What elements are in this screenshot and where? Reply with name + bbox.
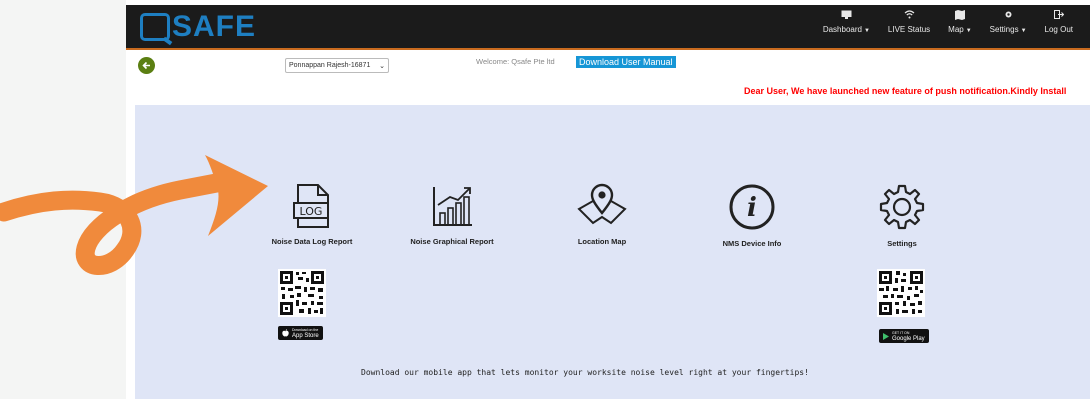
apple-icon xyxy=(282,329,289,337)
qsafe-logo[interactable]: SAFE xyxy=(140,10,256,43)
user-select-value: Ponnappan Rajesh-16871 xyxy=(289,62,371,69)
app-window: SAFE Dashboard ▼ LIVE Status Map ▼ Setti… xyxy=(126,0,1090,399)
tile-noise-graphical-report[interactable]: Noise Graphical Report xyxy=(377,183,527,246)
gear-icon xyxy=(1004,8,1013,21)
nav-dashboard[interactable]: Dashboard ▼ xyxy=(814,8,879,34)
tile-nms-device-info[interactable]: i NMS Device Info xyxy=(677,183,827,248)
map-icon xyxy=(954,8,965,21)
nav-live-status[interactable]: LIVE Status xyxy=(879,8,939,34)
arrow-left-icon xyxy=(142,61,150,70)
main-panel: LOG Noise Data Log Report Noise Graphica… xyxy=(135,105,1090,399)
app-store-big: App Store xyxy=(292,333,319,339)
google-play-qr-code xyxy=(877,269,925,317)
tile-label: NMS Device Info xyxy=(722,239,782,248)
map-pin-icon xyxy=(577,183,627,225)
app-store-qr-code xyxy=(278,269,326,317)
play-store-icon xyxy=(883,332,889,340)
download-user-manual-button[interactable]: Download User Manual xyxy=(576,56,676,68)
mobile-app-tagline: Download our mobile app that lets monito… xyxy=(361,368,809,377)
nav-live-status-label: LIVE Status xyxy=(887,25,931,34)
bar-chart-icon xyxy=(433,187,472,226)
annotation-arrow xyxy=(0,155,268,275)
tile-location-map[interactable]: Location Map xyxy=(527,183,677,246)
nav-menu: Dashboard▼ LIVE Status Map▼ Settings▼ xyxy=(814,8,1082,34)
nav-dashboard-label: Dashboard xyxy=(822,25,862,34)
log-file-icon: LOG xyxy=(293,184,329,228)
monitor-icon xyxy=(841,8,852,21)
tile-label: Location Map xyxy=(577,237,627,246)
info-icon: i xyxy=(729,184,775,230)
user-select[interactable]: Ponnappan Rajesh-16871 ⌄ xyxy=(285,58,389,73)
logo-q-mark xyxy=(140,12,170,41)
gear-icon xyxy=(879,184,925,230)
app-store-badge[interactable]: Download on the App Store xyxy=(278,326,323,340)
logout-icon xyxy=(1053,8,1064,21)
svg-text:LOG: LOG xyxy=(300,205,323,218)
tile-settings[interactable]: Settings xyxy=(827,183,977,248)
nav-map[interactable]: Map ▼ xyxy=(939,8,981,34)
nav-logout-label: Log Out xyxy=(1044,25,1073,34)
wifi-icon xyxy=(904,8,915,21)
welcome-text: Welcome: Qsafe Pte ltd xyxy=(476,57,555,66)
chevron-down-icon: ⌄ xyxy=(379,62,385,70)
back-button[interactable] xyxy=(138,57,155,74)
google-play-badge[interactable]: GET IT ON Google Play xyxy=(879,329,929,343)
svg-text:i: i xyxy=(747,193,757,223)
logo-text: SAFE xyxy=(172,9,257,43)
top-navbar: SAFE Dashboard ▼ LIVE Status Map ▼ Setti… xyxy=(126,5,1090,50)
tile-label: Noise Graphical Report xyxy=(410,237,494,246)
nav-settings[interactable]: Settings ▼ xyxy=(981,8,1036,34)
nav-map-label: Map xyxy=(948,25,964,34)
nav-settings-label: Settings xyxy=(989,25,1019,34)
google-play-big: Google Play xyxy=(892,336,925,342)
tile-label: Settings xyxy=(887,239,917,248)
nav-logout[interactable]: Log Out xyxy=(1036,8,1082,34)
push-notification-notice: Dear User, We have launched new feature … xyxy=(744,86,1067,96)
